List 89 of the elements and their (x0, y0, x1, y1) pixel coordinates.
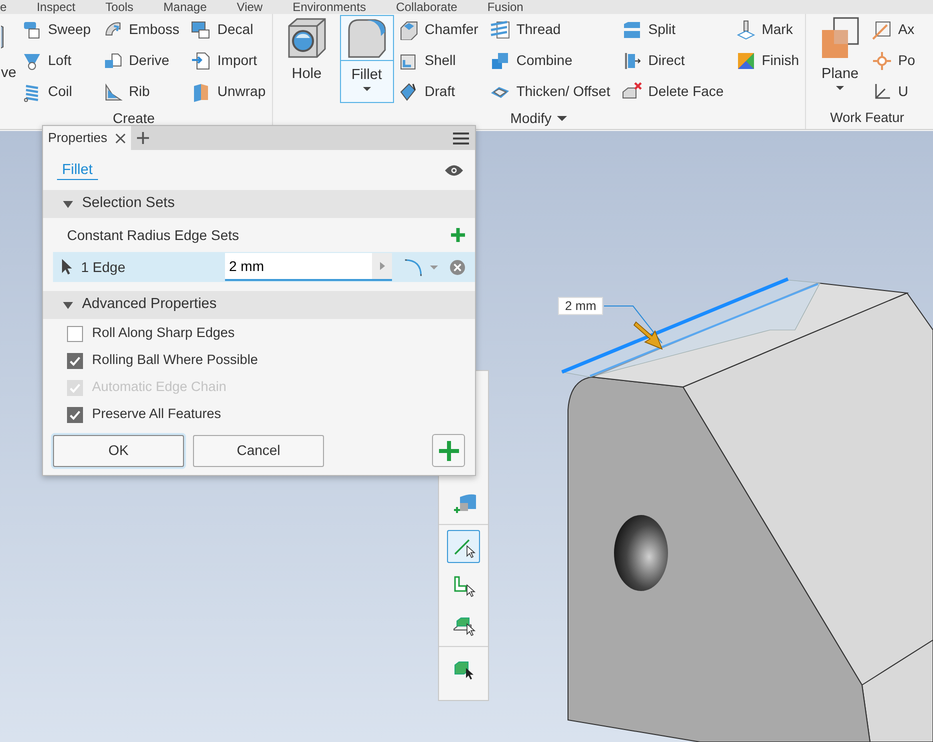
eye-icon[interactable] (445, 164, 463, 176)
caret-icon (557, 116, 568, 121)
pipe-block-icon (22, 20, 42, 40)
ribbon-button[interactable]: Fillet (340, 15, 394, 103)
dialog-button[interactable]: OK (53, 434, 184, 466)
menu-tab[interactable]: e (0, 0, 7, 14)
face-arrow-icon (622, 50, 642, 70)
group-label: Work Featur (830, 109, 904, 128)
ribbon-button[interactable]: Sweep (20, 14, 93, 45)
caret-icon (362, 86, 371, 91)
ribbon-button[interactable]: Thicken/ Offset (488, 76, 612, 107)
edge-highlight[interactable] (561, 277, 789, 374)
close-icon[interactable] (115, 132, 126, 144)
ribbon-button[interactable]: Derive (100, 45, 182, 76)
menu-tab[interactable]: Manage (163, 0, 207, 14)
ribbon-button[interactable]: Combine (488, 45, 612, 76)
ribbon-button[interactable]: Shell (396, 45, 480, 76)
ribbon-button[interactable]: Mark (734, 14, 802, 45)
checkbox[interactable] (67, 406, 83, 422)
ribbon-button[interactable]: Thread (488, 14, 612, 45)
axis-icon (872, 20, 892, 40)
document-arrow-icon (191, 50, 212, 70)
ribbon-button[interactable]: Loft (20, 45, 93, 76)
ribbon-button[interactable]: Draft (396, 76, 480, 107)
ribbon-button[interactable]: Ax (870, 14, 918, 45)
ribbon-button[interactable]: Unwrap (189, 76, 268, 107)
arrow-handle[interactable] (633, 321, 663, 350)
ribbon-button[interactable]: Plane (813, 15, 868, 103)
menu-icon (453, 132, 469, 144)
ribbon-button[interactable]: Direct (620, 45, 726, 76)
color-square-icon (736, 50, 756, 70)
add-set-button[interactable] (451, 228, 465, 242)
arc-icon (404, 257, 424, 277)
selection-row[interactable]: 1 Edge 2 mm (53, 252, 475, 282)
checkbox[interactable] (67, 326, 83, 342)
plus-icon (137, 132, 150, 144)
checkbox-option[interactable]: Rolling Ball Where Possible (43, 347, 475, 374)
group-label: Create (112, 109, 155, 128)
ribbon-button[interactable]: Emboss (100, 14, 182, 45)
overlapping-cubes-icon (490, 50, 510, 70)
menu-tab[interactable]: Fusion (487, 0, 524, 14)
caret-icon (63, 199, 73, 209)
block-with-sheet-icon (102, 50, 123, 70)
stamp-icon (736, 20, 756, 40)
dialog-button[interactable]: Cancel (193, 434, 324, 466)
checkbox-option[interactable]: Roll Along Sharp Edges (43, 320, 475, 347)
dimension-label: 2 mm (558, 297, 604, 315)
ribbon-button[interactable]: Coil (20, 76, 93, 107)
menu-tab[interactable]: View (236, 0, 263, 14)
checkbox-option[interactable]: Preserve All Features (43, 401, 475, 428)
ribbon-button[interactable]: Rib (100, 76, 182, 107)
ribbon-button[interactable]: Split (620, 14, 726, 45)
cursor-icon (61, 259, 73, 275)
ribbon-button[interactable]: Decal (189, 14, 268, 45)
split-block-icon (622, 20, 642, 40)
point-icon (872, 50, 892, 70)
menu-tab[interactable]: Tools (105, 0, 134, 14)
bracket-icon (102, 82, 123, 102)
ribbon-button[interactable]: Finish (734, 45, 802, 76)
set-title: Constant Radius Edge Sets (67, 226, 239, 245)
thread-lines-icon (490, 20, 510, 40)
ribbon-button[interactable]: Hole (280, 15, 334, 103)
section-header[interactable]: Selection Sets (43, 190, 475, 218)
remove-icon (450, 260, 465, 274)
ribbon-button[interactable]: Delete Face (620, 76, 726, 107)
profile-cursor-icon (452, 574, 476, 598)
ribbon-button[interactable]: U (870, 76, 918, 107)
leader-line (604, 306, 662, 344)
radius-field[interactable]: 2 mm (225, 253, 372, 281)
caret-icon (836, 86, 844, 90)
edge-count: 1 Edge (81, 258, 126, 277)
add-button[interactable] (432, 434, 465, 467)
ribbon-button[interactable]: Po (870, 45, 918, 76)
menu-tab[interactable]: Collaborate (396, 0, 458, 14)
menu-tab[interactable]: Inspect (36, 0, 76, 14)
caret-icon (63, 300, 73, 310)
caret-icon (430, 264, 438, 270)
ribbon-button[interactable]: Import (189, 45, 268, 76)
plus-icon (438, 440, 458, 460)
group-label[interactable]: Modify (510, 107, 568, 129)
section-header[interactable]: Advanced Properties (43, 291, 475, 319)
plus-icon (451, 228, 465, 242)
ribbon-button[interactable]: ve (0, 14, 20, 102)
checkbox[interactable] (67, 352, 83, 368)
picture-icon (191, 20, 212, 40)
beveled-block-icon (398, 20, 419, 40)
ribbon-button[interactable]: Chamfer (396, 14, 480, 45)
block-delete-icon (622, 82, 642, 102)
menu-tab[interactable]: Environments (292, 0, 366, 14)
